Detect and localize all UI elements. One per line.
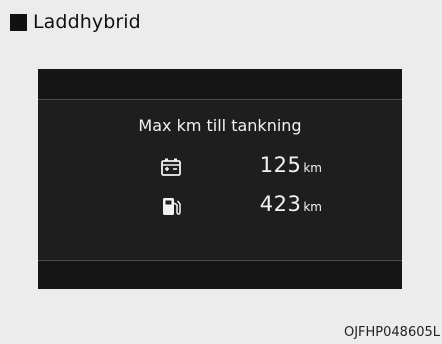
heading-square-icon	[10, 13, 27, 31]
battery-range-row: 125 km	[38, 153, 402, 183]
fuel-range-value: 423 km	[260, 192, 322, 216]
battery-icon	[161, 158, 181, 176]
display-top-bar	[38, 69, 402, 100]
battery-range-number: 125	[259, 153, 302, 177]
section-title: Laddhybrid	[33, 11, 141, 33]
display-title: Max km till tankning	[138, 116, 302, 135]
figure-panel: Laddhybrid Max km till tankning 125 km 4…	[0, 0, 442, 344]
fuel-range-unit: km	[303, 200, 322, 214]
fuel-pump-icon	[163, 198, 181, 215]
fuel-range-number: 423	[259, 192, 302, 216]
figure-code: OJFHP048605L	[343, 325, 440, 340]
battery-range-unit: km	[303, 161, 322, 175]
fuel-range-row: 423 km	[38, 192, 402, 222]
cluster-display: Max km till tankning 125 km 423 km	[38, 69, 402, 289]
display-bottom-bar	[38, 260, 402, 289]
section-heading: Laddhybrid	[10, 10, 141, 34]
battery-range-value: 125 km	[260, 153, 322, 177]
